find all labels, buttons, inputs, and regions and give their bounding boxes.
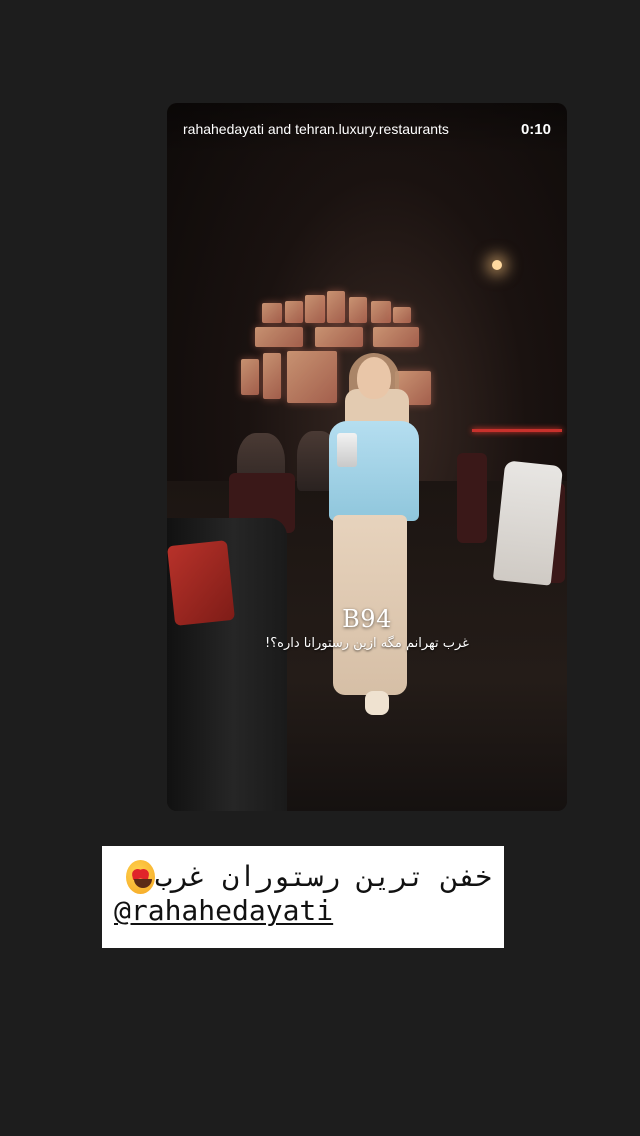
restaurant-photo [167, 103, 567, 811]
story-accounts[interactable]: rahahedayati and tehran.luxury.restauran… [183, 121, 449, 137]
wall-art-panel [315, 327, 363, 347]
neon-strip [472, 429, 562, 432]
ceiling-light [492, 260, 502, 270]
woman-shoes [365, 691, 389, 715]
overlay-caption: غرب تهرانم مگه ازین رستورانا داره؟! [265, 636, 469, 651]
wall-art-panel [305, 295, 325, 323]
mention-link[interactable]: @rahahedayati [114, 894, 492, 928]
story-timer: 0:10 [520, 120, 551, 138]
overlay-title: B94 [342, 605, 392, 633]
woman-face [357, 357, 391, 399]
wall-art-panel [241, 359, 259, 395]
wall-art-panel [255, 327, 303, 347]
bottle [337, 433, 357, 467]
restaurant-chair [457, 453, 487, 543]
sticker-text: خفن ترین رستوران غرب [154, 860, 492, 893]
wall-art-panel [371, 301, 391, 323]
story-media[interactable]: rahahedayati and tehran.luxury.restauran… [167, 103, 567, 811]
wall-art-panel [393, 307, 411, 323]
wall-art-panel [285, 301, 303, 323]
heart-eyes-emoji-icon [126, 860, 155, 894]
wall-art-panel [327, 291, 345, 323]
sticker-line1: خفن ترین رستوران غرب [114, 860, 492, 894]
text-sticker: خفن ترین رستوران غرب @rahahedayati [102, 846, 504, 948]
wall-art-panel [373, 327, 419, 347]
wall-art-panel [263, 353, 281, 399]
wall-art-panel [287, 351, 337, 403]
wall-art-panel [262, 303, 282, 323]
story-header: rahahedayati and tehran.luxury.restauran… [167, 103, 567, 155]
wall-art-panel [349, 297, 367, 323]
